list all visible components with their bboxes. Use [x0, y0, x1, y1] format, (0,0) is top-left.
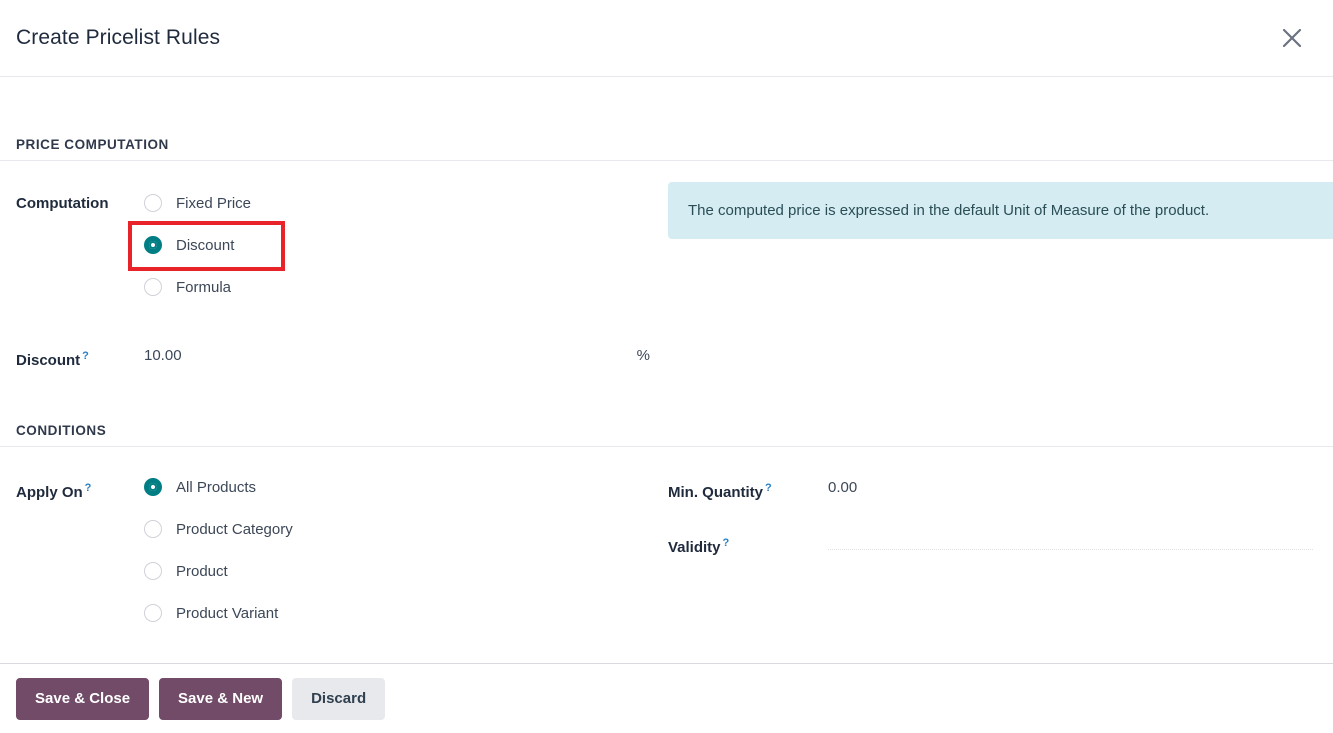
radio-product[interactable]: Product — [144, 550, 293, 592]
radio-label-product: Product — [176, 562, 228, 580]
dialog-title: Create Pricelist Rules — [16, 26, 221, 49]
discount-help-icon[interactable]: ? — [82, 350, 89, 362]
min-quantity-label-wrap: Min. Quantity? — [668, 477, 828, 504]
discard-button[interactable]: Discard — [292, 677, 386, 720]
radio-product-category[interactable]: Product Category — [144, 508, 293, 550]
discount-right-spacer — [668, 345, 1333, 372]
radio-label-fixed-price: Fixed Price — [176, 194, 252, 212]
apply-on-label: Apply On — [16, 484, 83, 501]
validity-label-wrap: Validity? — [668, 532, 828, 559]
dialog-header: Create Pricelist Rules — [0, 0, 1333, 77]
radio-discount[interactable]: Discount — [144, 224, 251, 266]
conditions-left-column: Apply On? All Products Product Category — [0, 466, 668, 634]
min-quantity-label: Min. Quantity — [668, 484, 763, 501]
radio-mark-product[interactable] — [144, 562, 162, 580]
apply-on-field: Apply On? All Products Product Category — [16, 466, 668, 634]
section-title-price-computation: PRICE COMPUTATION — [0, 137, 1333, 161]
save-and-new-button[interactable]: Save & New — [159, 677, 283, 720]
discount-label: Discount — [16, 352, 81, 369]
dialog-body: PRICE COMPUTATION Computation Fixed Pric… — [0, 77, 1333, 663]
create-pricelist-rules-dialog: Create Pricelist Rules PRICE COMPUTATION… — [0, 0, 1333, 733]
radio-formula[interactable]: Formula — [144, 266, 251, 308]
radio-fixed-price[interactable]: Fixed Price — [144, 182, 251, 224]
close-icon[interactable] — [1275, 21, 1309, 55]
price-computation-right-column: The computed price is expressed in the d… — [668, 182, 1333, 308]
radio-all-products[interactable]: All Products — [144, 466, 293, 508]
save-and-close-button[interactable]: Save & Close — [16, 677, 150, 720]
section-title-conditions: CONDITIONS — [0, 423, 1333, 447]
radio-mark-product-variant[interactable] — [144, 604, 162, 622]
min-quantity-value[interactable]: 0.00 — [828, 477, 1333, 499]
uom-info-alert: The computed price is expressed in the d… — [668, 182, 1333, 239]
discount-value[interactable]: 10.00 — [144, 345, 637, 367]
radio-product-variant[interactable]: Product Variant — [144, 592, 293, 634]
validity-field: Validity? — [668, 532, 1333, 559]
dialog-footer: Save & Close Save & New Discard — [0, 663, 1333, 733]
radio-label-product-variant: Product Variant — [176, 604, 279, 622]
radio-mark-formula[interactable] — [144, 278, 162, 296]
conditions-right-column: Min. Quantity? 0.00 Validity? — [668, 466, 1333, 634]
radio-label-formula: Formula — [176, 278, 232, 296]
computation-field: Computation Fixed Price Discount Formula — [16, 182, 668, 308]
radio-mark-fixed-price[interactable] — [144, 194, 162, 212]
radio-label-all-products: All Products — [176, 478, 257, 496]
apply-on-label-wrap: Apply On? — [16, 466, 144, 504]
validity-label: Validity — [668, 539, 721, 556]
radio-label-product-category: Product Category — [176, 520, 293, 538]
computation-label: Computation — [16, 195, 109, 212]
apply-on-help-icon[interactable]: ? — [85, 482, 92, 494]
min-quantity-field: Min. Quantity? 0.00 — [668, 477, 1333, 504]
radio-mark-discount[interactable] — [144, 236, 162, 254]
apply-on-radio-group[interactable]: All Products Product Category Product Pr… — [144, 466, 293, 634]
min-quantity-help-icon[interactable]: ? — [765, 482, 772, 494]
discount-suffix: % — [636, 347, 650, 364]
radio-mark-product-category[interactable] — [144, 520, 162, 538]
radio-label-discount: Discount — [176, 236, 235, 254]
computation-radio-group[interactable]: Fixed Price Discount Formula — [144, 182, 251, 308]
validity-input[interactable] — [828, 532, 1313, 550]
radio-mark-all-products[interactable] — [144, 478, 162, 496]
discount-field: Discount? 10.00 % — [0, 345, 668, 372]
validity-help-icon[interactable]: ? — [723, 537, 730, 549]
price-computation-left-column: Computation Fixed Price Discount Formula — [0, 182, 668, 308]
discount-label-wrap: Discount? — [16, 345, 144, 372]
